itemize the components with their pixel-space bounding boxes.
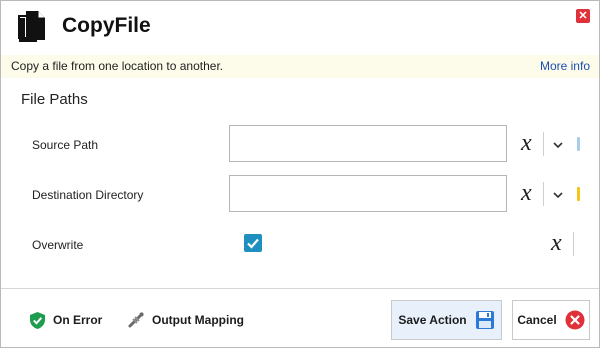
on-error-button[interactable]: On Error — [29, 308, 102, 332]
copyfile-dialog: CopyFile ✕ Copy a file from one location… — [0, 0, 600, 348]
variable-icon[interactable]: x — [521, 181, 532, 205]
copy-file-icon — [18, 11, 45, 42]
destination-directory-input[interactable] — [229, 175, 507, 212]
save-disk-icon — [475, 311, 494, 329]
variable-icon[interactable]: x — [551, 231, 562, 255]
section-title: File Paths — [21, 91, 88, 108]
close-button[interactable]: ✕ — [576, 9, 590, 23]
source-path-input[interactable] — [229, 125, 507, 162]
save-action-button[interactable]: Save Action — [391, 300, 502, 340]
save-action-label: Save Action — [398, 313, 467, 327]
description-bar: Copy a file from one location to another… — [1, 55, 599, 78]
destination-directory-status-indicator — [577, 187, 580, 201]
on-error-label: On Error — [53, 313, 103, 327]
output-mapping-icon — [128, 312, 144, 328]
footer-divider — [1, 288, 599, 289]
source-path-status-indicator — [577, 137, 580, 151]
separator — [543, 132, 544, 156]
separator — [543, 182, 544, 206]
chevron-down-icon[interactable] — [551, 188, 565, 202]
output-mapping-label: Output Mapping — [152, 313, 244, 327]
chevron-down-icon[interactable] — [551, 138, 565, 152]
shield-check-icon — [30, 311, 45, 329]
cancel-x-circle-icon — [565, 310, 585, 330]
checkmark-icon — [247, 238, 259, 249]
output-mapping-button[interactable]: Output Mapping — [127, 308, 244, 332]
overwrite-checkbox[interactable] — [244, 234, 262, 252]
source-path-label: Source Path — [32, 138, 99, 152]
description-text: Copy a file from one location to another… — [11, 59, 224, 73]
dialog-title: CopyFile — [62, 14, 151, 37]
destination-directory-label: Destination Directory — [32, 188, 144, 202]
dialog-header: CopyFile ✕ — [1, 1, 599, 53]
cancel-button[interactable]: Cancel — [512, 300, 590, 340]
cancel-label: Cancel — [517, 313, 557, 327]
overwrite-label: Overwrite — [32, 238, 84, 252]
variable-icon[interactable]: x — [521, 131, 532, 155]
separator — [573, 232, 574, 256]
more-info-link[interactable]: More info — [540, 59, 590, 73]
